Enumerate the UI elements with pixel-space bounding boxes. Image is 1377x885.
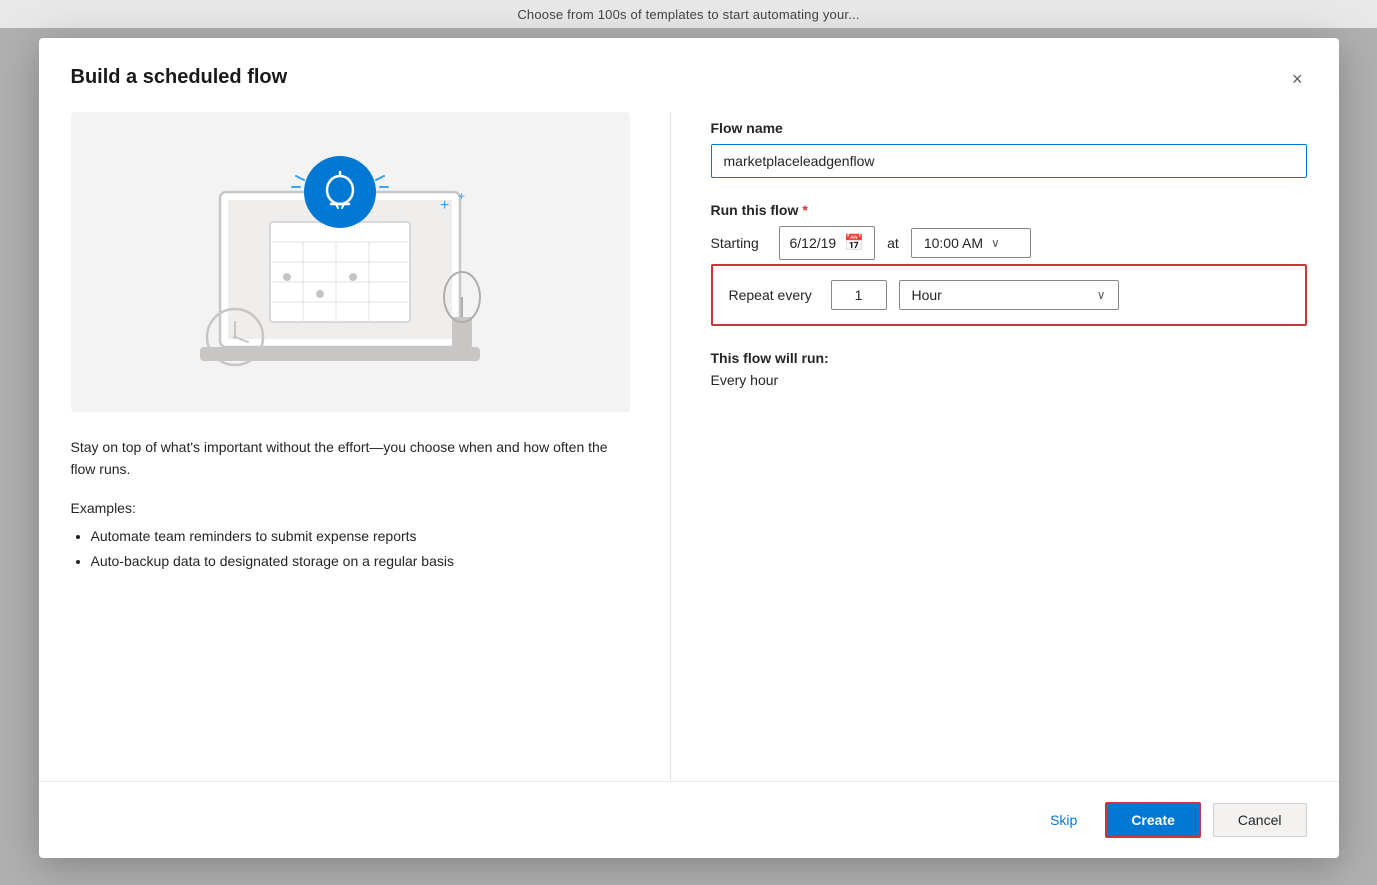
description-text: Stay on top of what's important without … bbox=[71, 436, 630, 481]
repeat-label: Repeat every bbox=[729, 287, 819, 303]
dialog-footer: Skip Create Cancel bbox=[39, 781, 1339, 858]
top-hint: Choose from 100s of templates to start a… bbox=[0, 0, 1377, 28]
repeat-row: Repeat every Hour ∨ bbox=[711, 264, 1307, 326]
cancel-button[interactable]: Cancel bbox=[1213, 803, 1307, 837]
chevron-down-icon: ∨ bbox=[1097, 288, 1106, 302]
svg-text:+: + bbox=[458, 189, 465, 203]
repeat-unit-select[interactable]: Hour ∨ bbox=[899, 280, 1119, 310]
svg-text:+: + bbox=[440, 197, 449, 214]
repeat-number-input[interactable] bbox=[831, 280, 887, 310]
flow-will-run-value: Every hour bbox=[711, 372, 1307, 388]
dialog-header: Build a scheduled flow × bbox=[39, 38, 1339, 92]
starting-row: Starting 6/12/19 📅 at 10:00 AM ∨ bbox=[711, 226, 1307, 260]
date-picker[interactable]: 6/12/19 📅 bbox=[779, 226, 876, 260]
starting-label: Starting bbox=[711, 235, 767, 251]
time-picker[interactable]: 10:00 AM ∨ bbox=[911, 228, 1031, 258]
dialog-title: Build a scheduled flow bbox=[71, 66, 288, 89]
list-item: Automate team reminders to submit expens… bbox=[91, 524, 630, 549]
flow-name-group: Flow name bbox=[711, 120, 1307, 178]
date-value: 6/12/19 bbox=[790, 235, 837, 251]
close-button[interactable]: × bbox=[1288, 66, 1307, 92]
create-button[interactable]: Create bbox=[1105, 802, 1201, 838]
dialog-body: + + Stay on top of what's important with… bbox=[39, 92, 1339, 781]
chevron-down-icon: ∨ bbox=[991, 236, 1000, 250]
run-flow-group: Run this flow* Starting 6/12/19 📅 at 10:… bbox=[711, 202, 1307, 326]
examples-list: Automate team reminders to submit expens… bbox=[71, 524, 630, 574]
flow-name-label: Flow name bbox=[711, 120, 1307, 136]
flow-name-input[interactable] bbox=[711, 144, 1307, 178]
illustration: + + bbox=[71, 112, 630, 412]
run-flow-label: Run this flow* bbox=[711, 202, 1307, 218]
examples-title: Examples: bbox=[71, 500, 630, 516]
at-label: at bbox=[887, 235, 899, 251]
calendar-icon: 📅 bbox=[844, 233, 864, 253]
flow-will-run: This flow will run: Every hour bbox=[711, 350, 1307, 388]
skip-button[interactable]: Skip bbox=[1034, 804, 1093, 836]
time-value: 10:00 AM bbox=[924, 235, 983, 251]
repeat-unit-value: Hour bbox=[912, 287, 942, 303]
right-panel: Flow name Run this flow* Starting 6/12/1… bbox=[671, 112, 1307, 781]
left-panel: + + Stay on top of what's important with… bbox=[71, 112, 671, 781]
dialog: Build a scheduled flow × bbox=[39, 38, 1339, 858]
list-item: Auto-backup data to designated storage o… bbox=[91, 549, 630, 574]
flow-will-run-title: This flow will run: bbox=[711, 350, 1307, 366]
